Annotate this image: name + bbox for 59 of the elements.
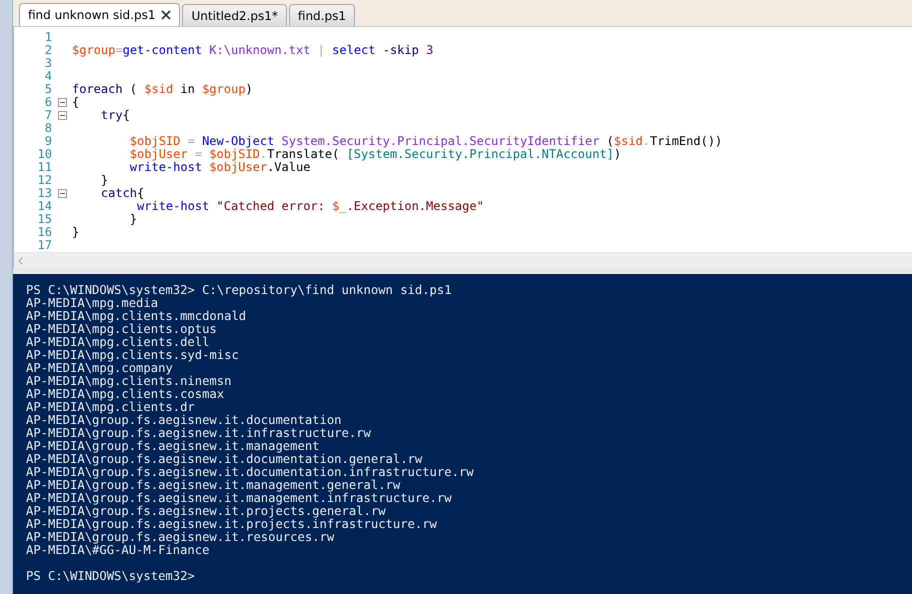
line-number: 11	[36, 161, 52, 174]
line-number: 14	[36, 200, 52, 213]
line-number: 13	[36, 187, 52, 200]
console-line: AP-MEDIA\#GG-AU-M-Finance	[26, 544, 210, 557]
code-line: try{	[100, 109, 130, 122]
console-line: AP-MEDIA\group.fs.aegisnew.it.resources.rw	[26, 531, 334, 544]
line-number: 12	[36, 174, 52, 187]
line-number: 5	[44, 83, 52, 96]
tab[interactable]: find unknown sid.ps1	[19, 3, 180, 26]
console-line: AP-MEDIA\group.fs.aegisnew.it.documentation.general.rw	[26, 453, 424, 466]
console-line: AP-MEDIA\mpg.company	[26, 362, 173, 375]
line-number: 2	[44, 44, 52, 57]
code-line: write-host $objUser.Value	[128, 161, 310, 174]
console-line: AP-MEDIA\mpg.clients.ninemsn	[26, 375, 232, 388]
console-line: AP-MEDIA\group.fs.aegisnew.it.documentation.infrastructure.rw	[26, 466, 475, 479]
console-line: AP-MEDIA\group.fs.aegisnew.it.management.infrastructure.rw	[26, 492, 453, 505]
line-number: 16	[36, 226, 52, 239]
console-line: AP-MEDIA\mpg.clients.dr	[26, 401, 195, 414]
code-line: catch{	[100, 187, 144, 200]
console-line: AP-MEDIA\mpg.clients.mmcdonald	[26, 310, 248, 323]
code-line: }	[100, 174, 108, 187]
code-line: }	[128, 213, 138, 226]
code-line: $objUser = $objSID.Translate( [System.Security.Principal.NTAccount])	[128, 148, 622, 161]
console-line: AP-MEDIA\group.fs.aegisnew.it.infrastructure.rw	[26, 427, 372, 440]
line-number: 17	[36, 239, 52, 252]
tab[interactable]: Untitled2.ps1*	[182, 4, 287, 26]
console-line: AP-MEDIA\group.fs.aegisnew.it.documentation	[26, 414, 343, 427]
code-line: write-host "Catched error: $_.Exception.Message"	[136, 200, 484, 213]
console-line: AP-MEDIA\mpg.media	[26, 297, 158, 310]
line-number: 9	[44, 135, 52, 148]
console-line: AP-MEDIA\group.fs.aegisnew.it.projects.infrastructure.rw	[26, 518, 438, 531]
console-line: AP-MEDIA\mpg.clients.syd-misc	[26, 349, 240, 362]
console-line: AP-MEDIA\mpg.clients.cosmax	[26, 388, 224, 401]
line-number: 6	[44, 96, 52, 109]
collapse-icon[interactable]	[58, 98, 66, 107]
line-number: 10	[36, 148, 52, 161]
console-line: AP-MEDIA\group.fs.aegisnew.it.management	[26, 440, 320, 453]
horizontal-scrollbar[interactable]	[14, 252, 912, 268]
line-number: 15	[36, 213, 52, 226]
console-line: AP-MEDIA\group.fs.aegisnew.it.projects.general.rw	[26, 505, 386, 518]
line-number: 7	[44, 109, 52, 122]
collapse-icon[interactable]	[58, 111, 66, 120]
line-number: 1	[44, 31, 52, 44]
close-icon[interactable]	[161, 10, 172, 20]
line-number: 8	[44, 122, 52, 135]
console-line: AP-MEDIA\group.fs.aegisnew.it.management.general.rw	[26, 479, 400, 492]
prompt-line: PS C:\WINDOWS\system32>	[26, 570, 196, 583]
code-line: }	[72, 226, 80, 239]
code-line: $objSID = New-Object System.Security.Principal.SecurityIdentifier ($sid.TrimEnd())	[128, 135, 722, 148]
line-number: 3	[44, 57, 52, 70]
code-line: $group=get-content K:\unknown.txt | select -skip 3	[72, 44, 434, 57]
console-line: PS C:\WINDOWS\system32> C:\repository\find unknown sid.ps1	[26, 284, 453, 297]
collapse-icon[interactable]	[58, 189, 66, 198]
code-line: {	[72, 96, 80, 109]
code-line: foreach ( $sid in $group)	[72, 83, 253, 96]
console-line: AP-MEDIA\mpg.clients.optus	[26, 323, 217, 336]
line-number: 4	[44, 70, 52, 83]
tab[interactable]: find.ps1	[288, 4, 355, 26]
console-line: AP-MEDIA\mpg.clients.dell	[26, 336, 210, 349]
